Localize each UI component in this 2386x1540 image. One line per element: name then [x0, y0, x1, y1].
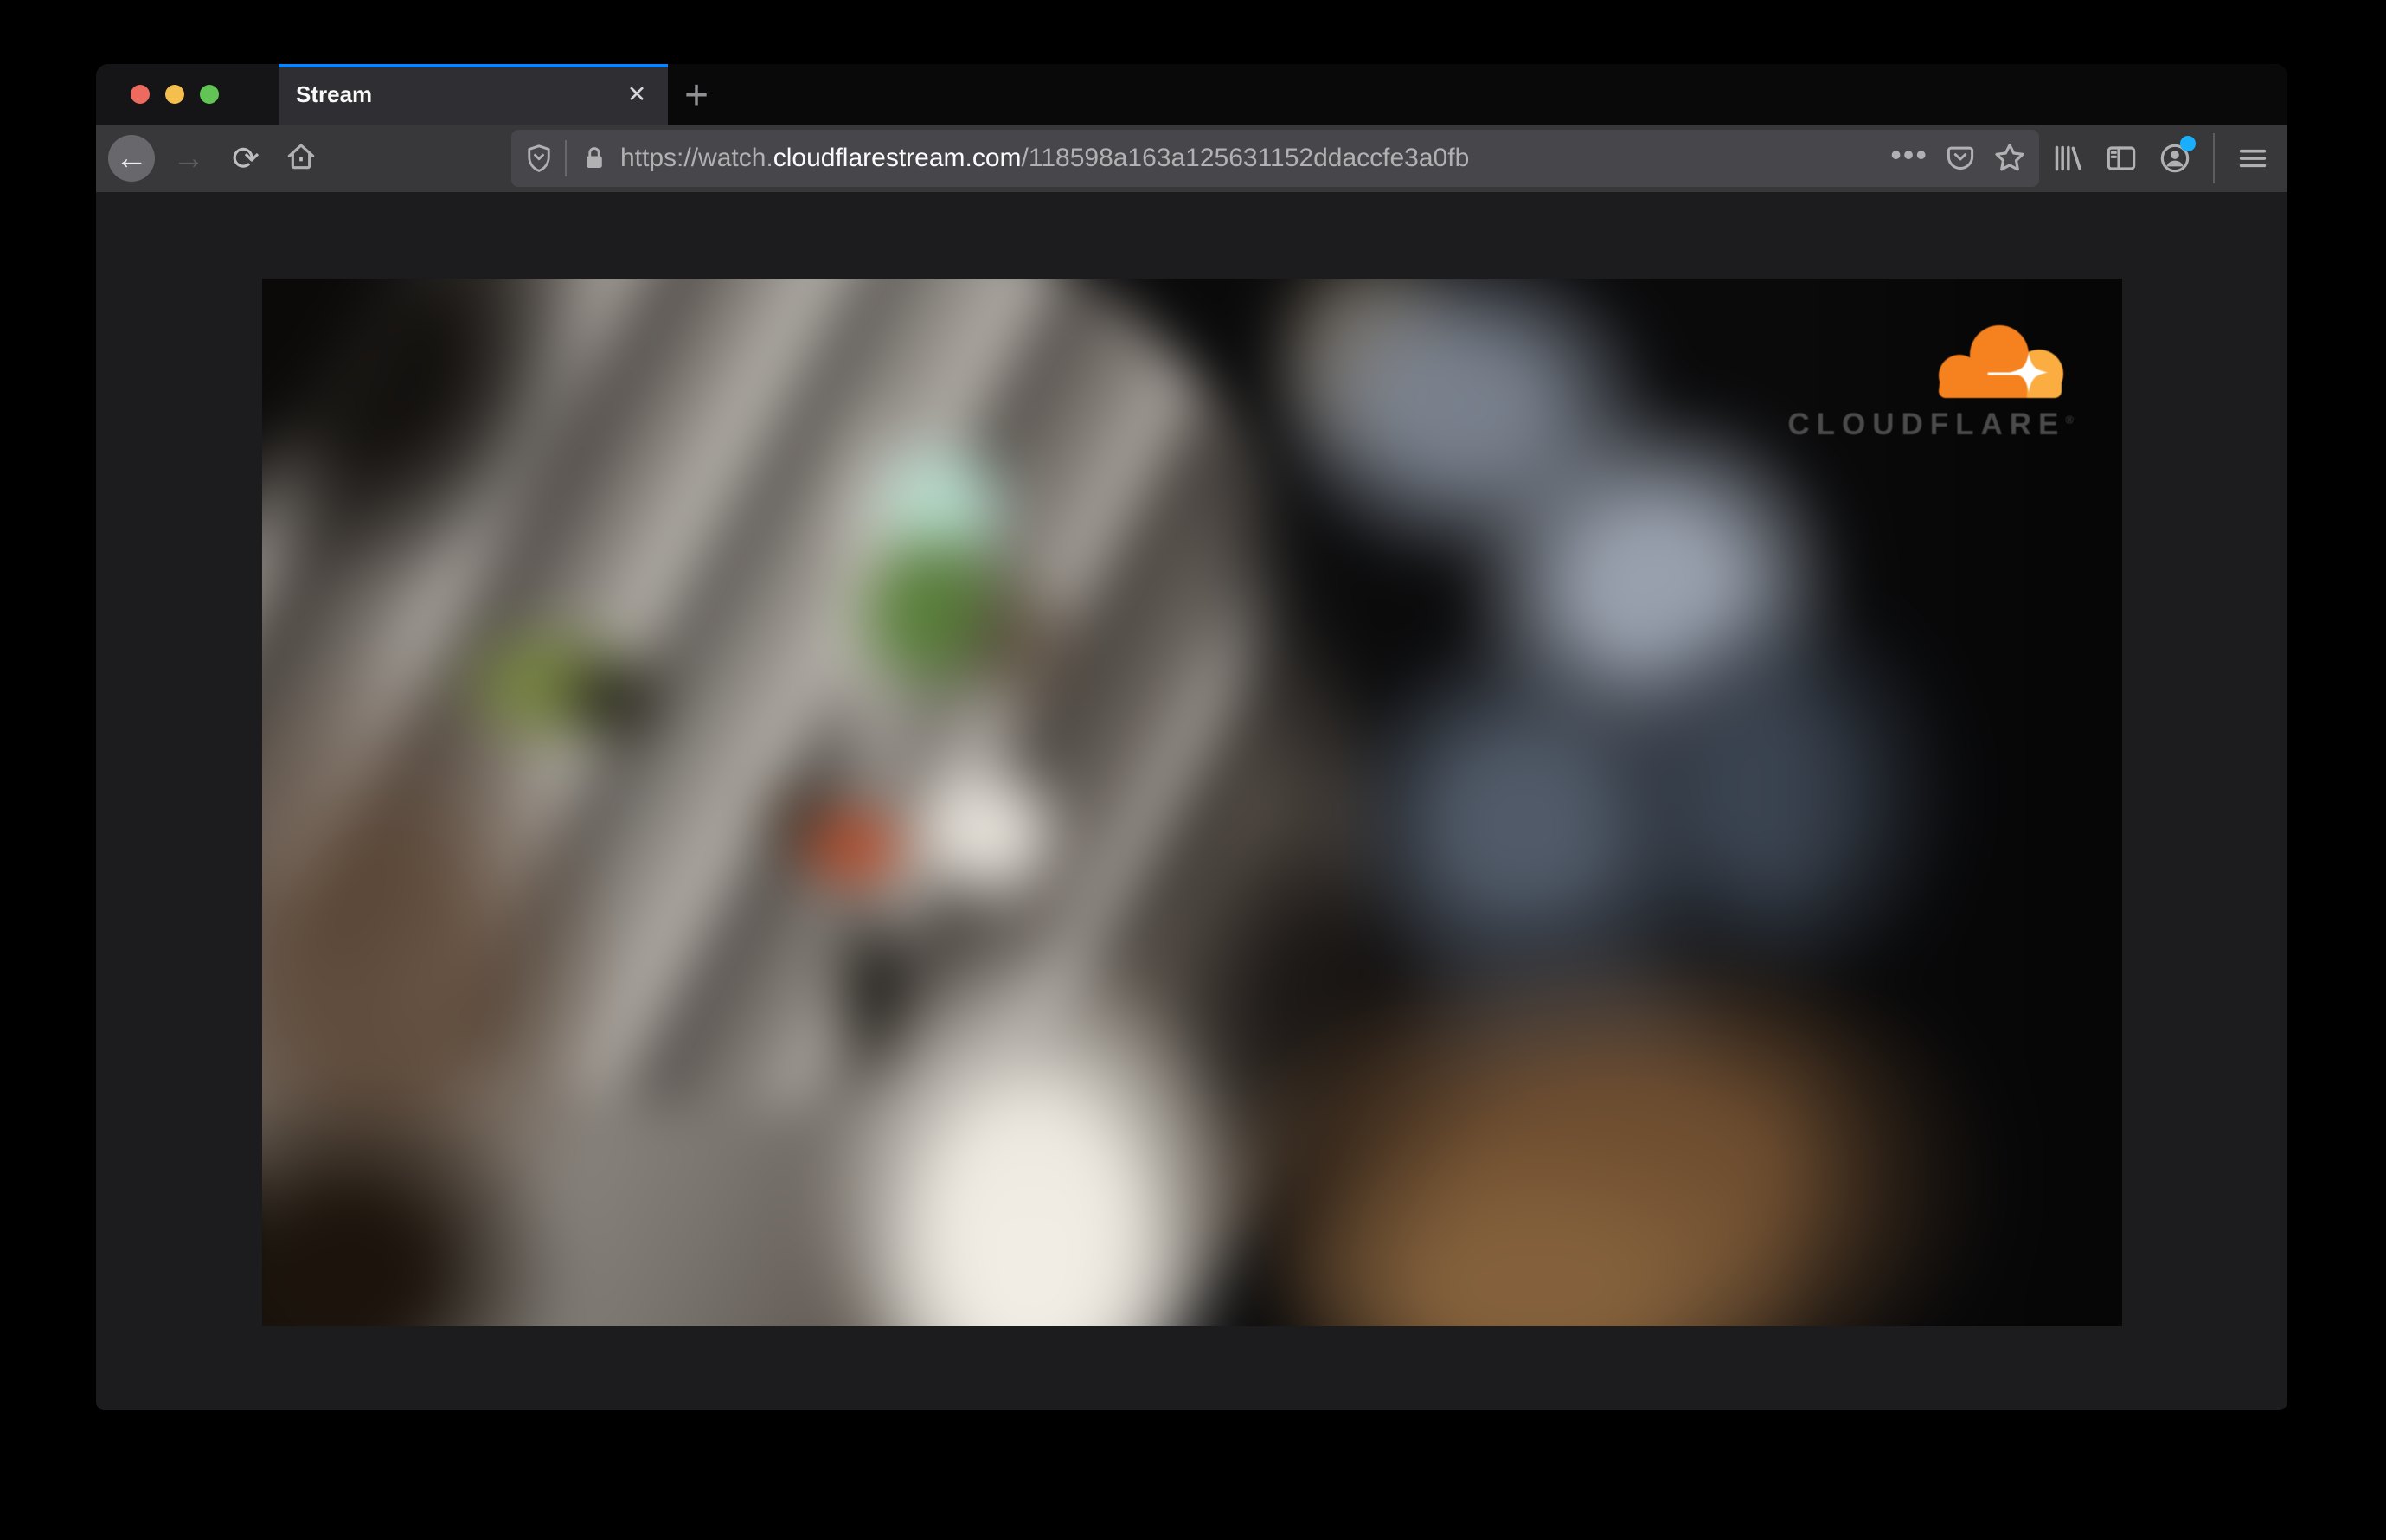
browser-window: Stream ✕ + ← → ⟳ https://watch.cloudflar…	[96, 64, 2287, 1410]
minimize-window-button[interactable]	[165, 85, 184, 104]
page-content: CLOUDFLARE®	[96, 192, 2287, 1410]
sidebar-button[interactable]	[2099, 134, 2144, 183]
menu-button[interactable]	[2230, 134, 2275, 183]
lock-icon[interactable]	[577, 144, 612, 173]
tab-bar: Stream ✕ +	[96, 64, 2287, 125]
back-button[interactable]: ←	[108, 135, 155, 182]
toolbar-divider	[2213, 133, 2215, 183]
urlbar-actions: •••	[1890, 137, 2027, 180]
cloudflare-wordmark: CLOUDFLARE®	[1787, 407, 2074, 441]
cloudflare-watermark: CLOUDFLARE®	[1787, 322, 2074, 442]
desktop: { "tab_bar": { "tab_title": "Stream", "c…	[0, 0, 2386, 1540]
cloudflare-logo-icon	[1928, 322, 2074, 404]
library-icon	[2055, 145, 2081, 171]
library-button[interactable]	[2045, 134, 2090, 183]
tab-title: Stream	[296, 80, 373, 107]
tab-close-icon[interactable]: ✕	[619, 77, 654, 112]
zoom-window-button[interactable]	[200, 85, 219, 104]
bookmark-star-icon[interactable]	[1992, 141, 2027, 176]
account-button[interactable]	[2152, 134, 2197, 183]
reload-button[interactable]: ⟳	[226, 137, 266, 180]
tracking-protection-shield-icon[interactable]	[522, 143, 556, 174]
urlbar-separator	[565, 140, 567, 176]
pocket-icon[interactable]	[1944, 142, 1977, 175]
toolbar-right	[2045, 130, 2275, 187]
page-actions-icon[interactable]: •••	[1890, 137, 1928, 180]
close-window-button[interactable]	[131, 85, 150, 104]
url-text: https://watch.cloudflarestream.com/11859…	[620, 144, 1470, 172]
new-tab-button[interactable]: +	[674, 73, 719, 119]
video-player[interactable]: CLOUDFLARE®	[262, 279, 2122, 1326]
tab-stream[interactable]: Stream ✕	[279, 64, 668, 125]
url-bar[interactable]: https://watch.cloudflarestream.com/11859…	[511, 130, 2039, 187]
hamburger-menu-icon	[2239, 149, 2267, 168]
titlebar-drag-area	[96, 64, 279, 125]
account-notification-dot	[2180, 136, 2196, 151]
sidebar-icon	[2107, 146, 2136, 170]
home-button[interactable]	[281, 137, 321, 180]
forward-button[interactable]: →	[169, 137, 208, 180]
home-icon	[284, 139, 318, 178]
